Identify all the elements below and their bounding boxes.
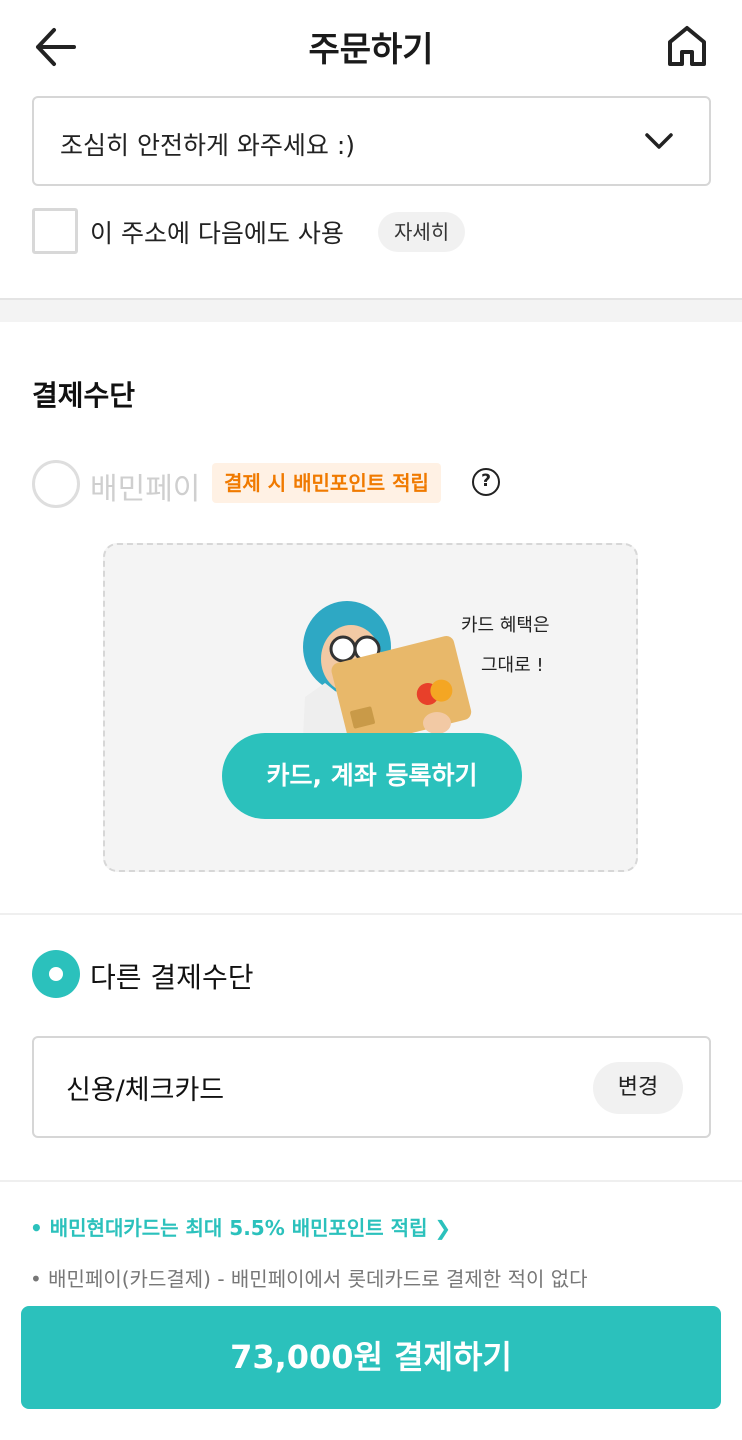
save-address-checkbox[interactable]	[32, 208, 78, 254]
illustration-text-1: 카드 혜택은	[461, 615, 550, 636]
register-card-button[interactable]: 카드, 계좌 등록하기	[222, 733, 522, 819]
illustration-text-2: 그대로 !	[481, 655, 544, 676]
baemin-pay-option[interactable]: 배민페이 결제 시 배민포인트 적립 ?	[32, 460, 712, 510]
payment-note: • 배민페이(카드결제) - 배민페이에서 롯데카드로 결제한 적이 없다	[30, 1267, 588, 1291]
home-icon[interactable]	[666, 24, 708, 68]
page-title: 주문하기	[308, 30, 434, 70]
help-icon[interactable]: ?	[472, 468, 500, 496]
payment-method-value: 신용/체크카드	[66, 1075, 225, 1106]
delivery-request-select[interactable]: 조심히 안전하게 와주세요 :)	[32, 96, 711, 186]
change-button[interactable]: 변경	[593, 1062, 683, 1114]
card-register-box: 카드 혜택은 그대로 ! 카드, 계좌 등록하기	[103, 543, 638, 872]
header: 주문하기	[0, 0, 742, 96]
other-payment-option[interactable]: 다른 결제수단	[32, 950, 712, 1000]
divider	[0, 1180, 742, 1182]
pay-button[interactable]: 73,000원 결제하기	[21, 1306, 721, 1409]
delivery-request-value: 조심히 안전하게 와주세요 :)	[60, 131, 356, 160]
save-address-row: 이 주소에 다음에도 사용 자세히	[32, 208, 692, 256]
card-illustration: 카드 혜택은 그대로 !	[303, 601, 550, 737]
payment-method-box[interactable]: 신용/체크카드 변경	[32, 1036, 711, 1138]
baemin-pay-radio[interactable]	[32, 460, 80, 508]
baemin-pay-label: 배민페이	[90, 472, 201, 507]
other-payment-radio[interactable]	[32, 950, 80, 998]
promo-link[interactable]: • 배민현대카드는 최대 5.5% 배민포인트 적립 ❯	[30, 1212, 451, 1241]
section-divider	[0, 298, 742, 322]
payment-section-title: 결제수단	[32, 379, 136, 412]
point-badge: 결제 시 배민포인트 적립	[212, 463, 441, 503]
divider	[0, 913, 742, 915]
other-payment-label: 다른 결제수단	[90, 961, 254, 994]
chevron-down-icon	[643, 128, 675, 154]
detail-button[interactable]: 자세히	[378, 212, 466, 252]
save-address-label: 이 주소에 다음에도 사용	[90, 219, 344, 248]
